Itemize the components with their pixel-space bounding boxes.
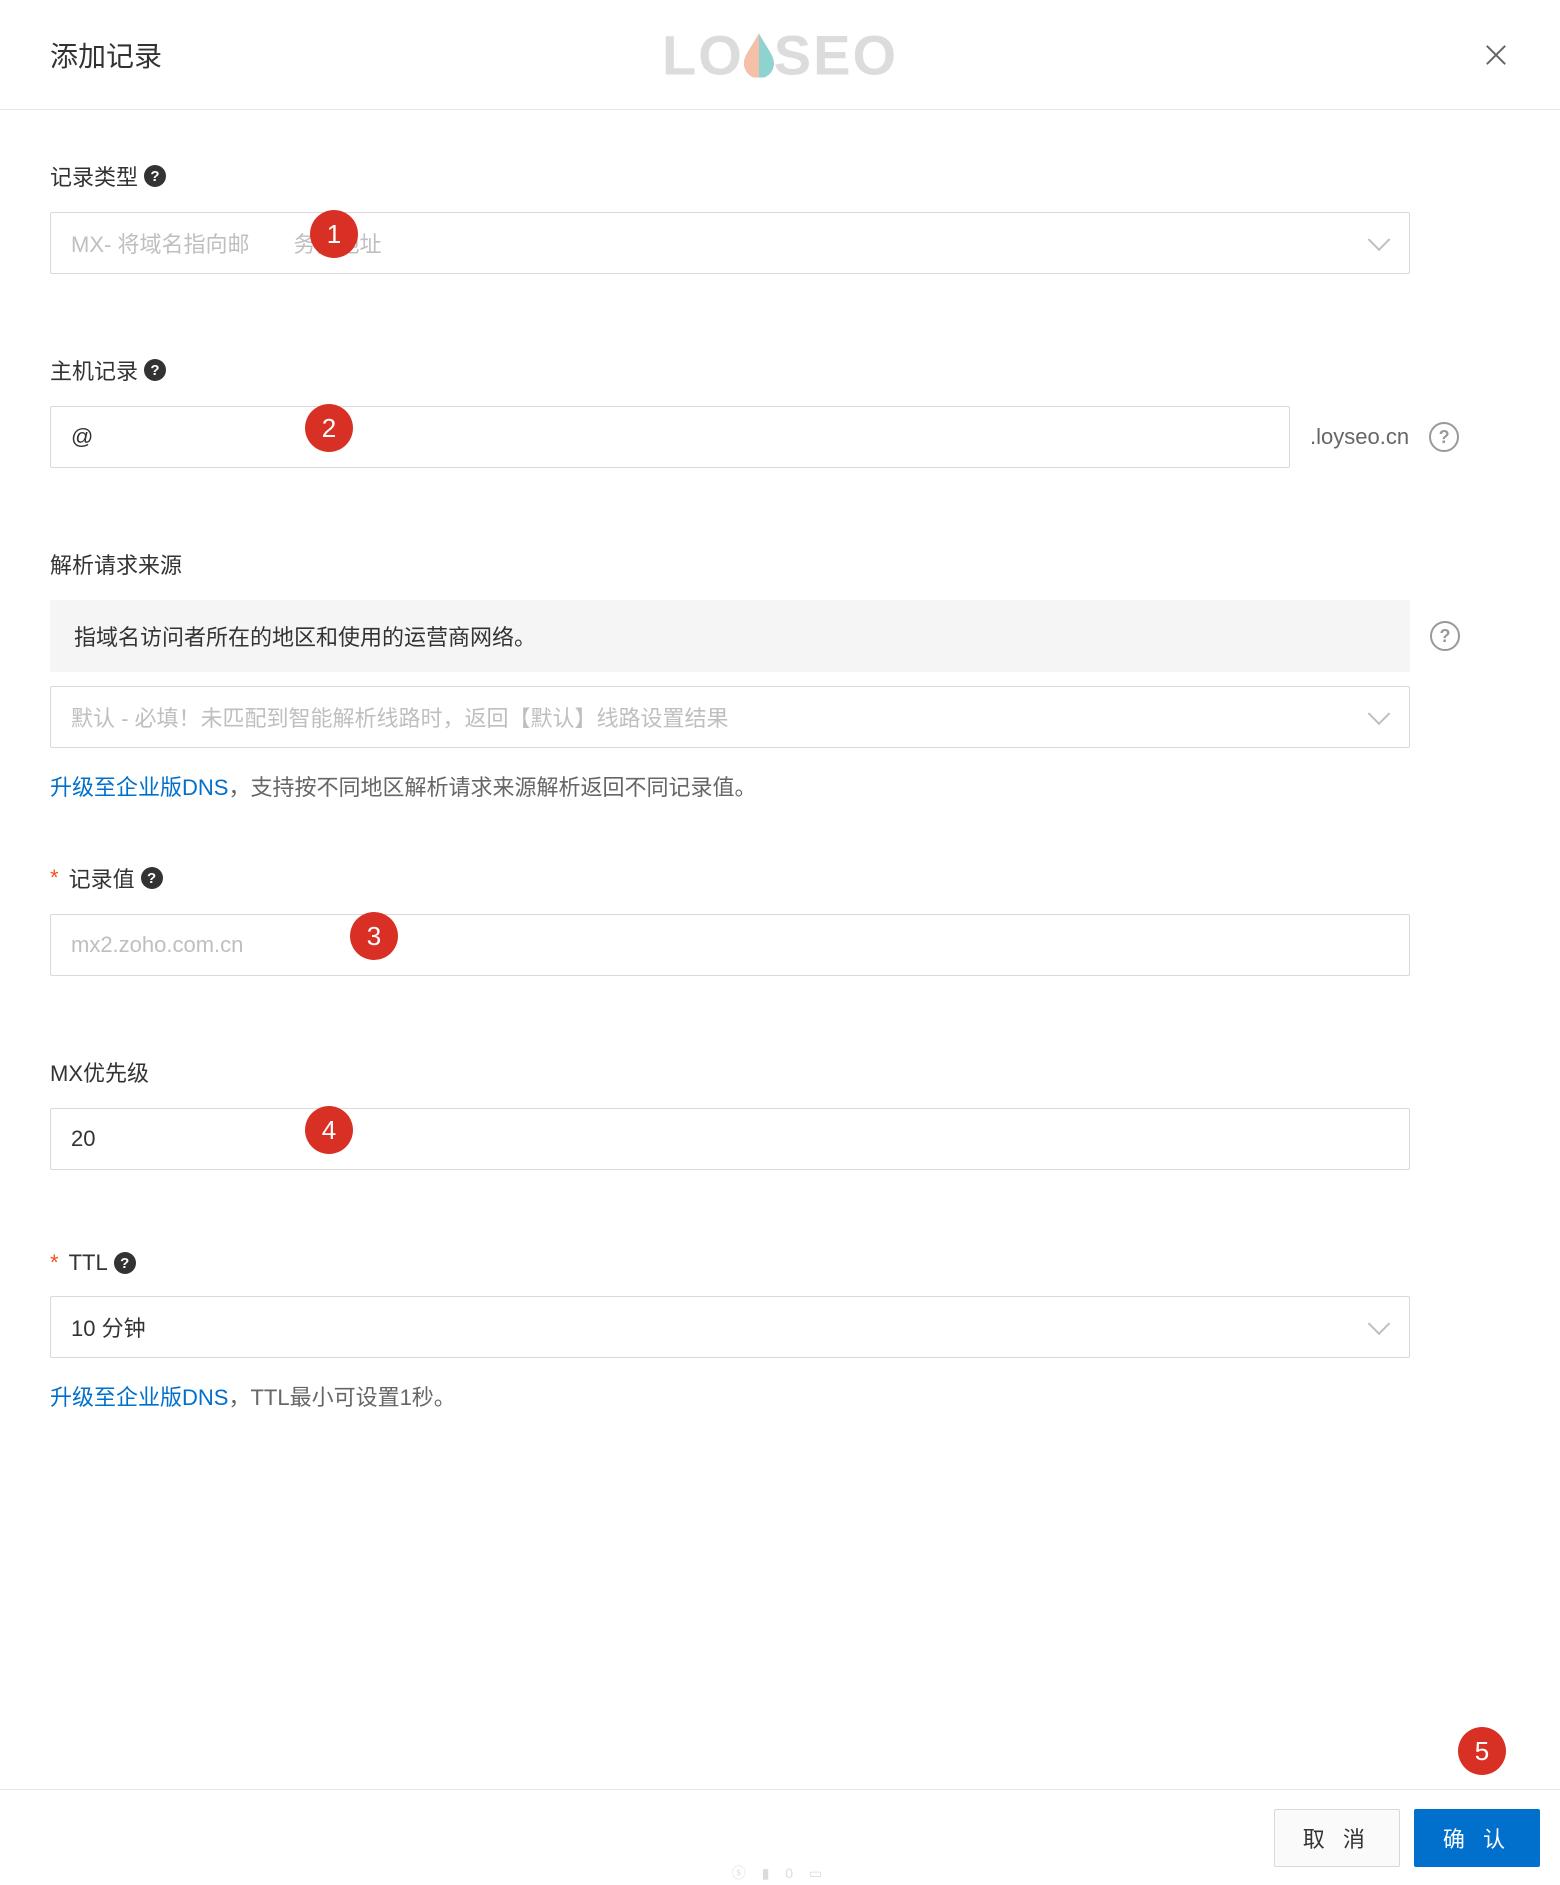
select-ttl[interactable]: 10 分钟 (50, 1296, 1410, 1358)
dialog-title: 添加记录 (50, 35, 162, 75)
field-ttl: * TTL ? 10 分钟 升级至企业版DNS，TTL最小可设置1秒。 (50, 1250, 1510, 1412)
input-priority[interactable]: 20 (50, 1108, 1410, 1170)
hint-line: 升级至企业版DNS，支持按不同地区解析请求来源解析返回不同记录值。 (50, 770, 1510, 802)
help-icon[interactable]: ? (144, 359, 166, 381)
help-icon[interactable]: ? (144, 165, 166, 187)
chevron-down-icon (1368, 1312, 1391, 1335)
required-mark: * (50, 865, 59, 891)
chevron-down-icon (1368, 702, 1391, 725)
field-record-type: 记录类型 ? MX- 将域名指向邮 件服 务器地址 1 (50, 160, 1510, 274)
help-icon[interactable]: ? (114, 1252, 136, 1274)
label-line: 解析请求来源 (50, 548, 1510, 580)
field-line: 解析请求来源 指域名访问者所在的地区和使用的运营商网络。 ? 默认 - 必填！未… (50, 548, 1510, 802)
input-value[interactable]: mx2.zoho.com.cn (50, 914, 1410, 976)
field-host: 主机记录 ? @ .loyseo.cn ? 2 (50, 354, 1510, 468)
required-mark: * (50, 1250, 59, 1276)
step-badge-5: 5 (1458, 1727, 1506, 1775)
label-record-type: 记录类型 ? (50, 160, 1510, 192)
label-priority: MX优先级 (50, 1056, 1510, 1088)
hint-ttl: 升级至企业版DNS，TTL最小可设置1秒。 (50, 1380, 1510, 1412)
dialog-header: 添加记录 LO SEO (0, 0, 1560, 110)
close-icon[interactable] (1480, 39, 1512, 71)
select-line[interactable]: 默认 - 必填！未匹配到智能解析线路时，返回【默认】线路设置结果 (50, 686, 1410, 748)
upgrade-link[interactable]: 升级至企业版DNS (50, 775, 228, 800)
note-line: 指域名访问者所在的地区和使用的运营商网络。 (50, 600, 1410, 672)
field-priority: MX优先级 20 4 (50, 1056, 1510, 1170)
dialog-footer: 5 取 消 确 认 (0, 1789, 1560, 1885)
help-outline-icon[interactable]: ? (1429, 422, 1459, 452)
cancel-button[interactable]: 取 消 (1274, 1809, 1400, 1867)
watermark-logo: LO SEO (662, 22, 898, 87)
host-suffix: .loyseo.cn (1310, 424, 1409, 450)
upgrade-link[interactable]: 升级至企业版DNS (50, 1385, 228, 1410)
field-value: * 记录值 ? mx2.zoho.com.cn 3 (50, 862, 1510, 976)
help-outline-icon[interactable]: ? (1430, 621, 1460, 651)
select-record-type[interactable]: MX- 将域名指向邮 件服 务器地址 (50, 212, 1410, 274)
dialog-body: 记录类型 ? MX- 将域名指向邮 件服 务器地址 1 主机记录 ? @ .lo… (0, 110, 1560, 1412)
help-icon[interactable]: ? (141, 867, 163, 889)
confirm-button[interactable]: 确 认 (1414, 1809, 1540, 1867)
input-host[interactable]: @ (50, 406, 1290, 468)
label-host: 主机记录 ? (50, 354, 1510, 386)
select-record-type-text-right: 务器地址 (293, 227, 381, 259)
label-value: * 记录值 ? (50, 862, 1510, 894)
chevron-down-icon (1368, 228, 1391, 251)
select-record-type-text-left: MX- 将域名指向邮 (71, 227, 249, 259)
label-ttl: * TTL ? (50, 1250, 1510, 1276)
